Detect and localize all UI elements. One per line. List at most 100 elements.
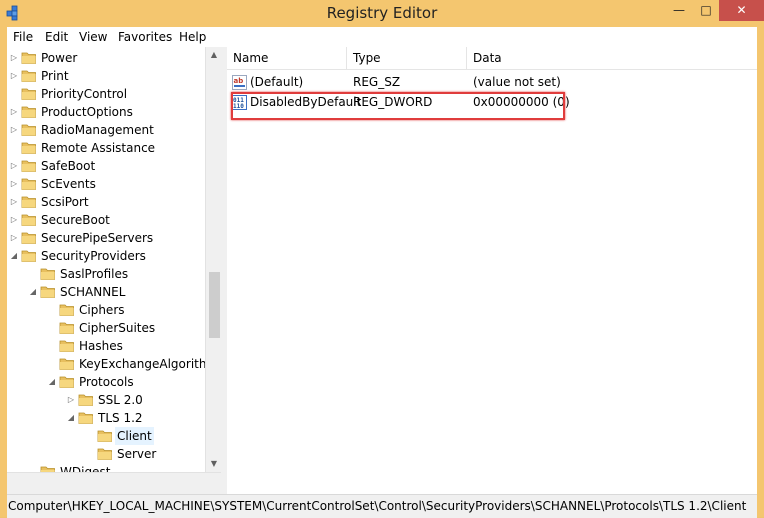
- tree-item[interactable]: ▷ SafeBoot: [7, 157, 205, 175]
- tree-item[interactable]: CipherSuites: [7, 319, 205, 337]
- folder-icon: [21, 124, 36, 136]
- values-list[interactable]: Name Type Data ab (Default) REG_SZ (valu…: [227, 47, 757, 494]
- folder-icon: [40, 286, 55, 298]
- tree-item-label: KeyExchangeAlgorithm: [79, 357, 219, 371]
- folder-icon: [21, 250, 36, 262]
- menu-help[interactable]: Help: [179, 30, 206, 44]
- menu-file[interactable]: File: [13, 30, 33, 44]
- expand-arrow-icon[interactable]: ▷: [10, 67, 18, 85]
- column-data[interactable]: Data: [467, 47, 757, 69]
- tree-item[interactable]: ▷ SSL 2.0: [7, 391, 205, 409]
- tree-item-label: CipherSuites: [79, 321, 156, 335]
- tree-item[interactable]: ▷ ScEvents: [7, 175, 205, 193]
- registry-tree[interactable]: WDigest Server Client ◢ TLS 1.2 ▷ SSL 2.0 ◢ Prot…: [7, 47, 222, 472]
- tree-item[interactable]: Remote Assistance: [7, 139, 205, 157]
- folder-icon: [59, 322, 74, 334]
- tree-item[interactable]: KeyExchangeAlgorithm: [7, 355, 218, 373]
- tree-item[interactable]: ▷ SecureBoot: [7, 211, 205, 229]
- tree-item[interactable]: ◢ SCHANNEL: [7, 283, 205, 301]
- expand-arrow-icon[interactable]: ▷: [67, 391, 75, 409]
- close-button[interactable]: ✕: [719, 0, 764, 21]
- tree-item[interactable]: SaslProfiles: [7, 265, 205, 283]
- folder-icon: [21, 232, 36, 244]
- collapse-arrow-icon[interactable]: ◢: [29, 283, 37, 301]
- tree-item-label: ScEvents: [41, 177, 96, 191]
- tree-item[interactable]: ▷ SecurePipeServers: [7, 229, 205, 247]
- folder-icon: [59, 304, 74, 316]
- tree-item[interactable]: ▷ ScsiPort: [7, 193, 205, 211]
- expand-arrow-icon[interactable]: ▷: [10, 103, 18, 121]
- tree-item-label: SaslProfiles: [60, 267, 129, 281]
- menu-bar: File Edit View Favorites Help: [7, 27, 757, 47]
- column-type[interactable]: Type: [347, 47, 467, 69]
- tree-item-label: Print: [41, 69, 69, 83]
- collapse-arrow-icon[interactable]: ◢: [67, 409, 75, 427]
- tree-item-label: PriorityControl: [41, 87, 128, 101]
- tree-item[interactable]: ▷ Print: [7, 67, 205, 85]
- window-frame-left: [0, 27, 7, 517]
- scroll-down-icon[interactable]: ▼: [206, 456, 221, 472]
- expand-arrow-icon[interactable]: ▷: [10, 175, 18, 193]
- folder-icon: [21, 178, 36, 190]
- collapse-arrow-icon[interactable]: ◢: [10, 247, 18, 265]
- tree-item[interactable]: ◢ SecurityProviders: [7, 247, 205, 265]
- expand-arrow-icon[interactable]: ▷: [10, 193, 18, 211]
- folder-icon: [21, 106, 36, 118]
- folder-icon: [59, 358, 74, 370]
- expand-arrow-icon[interactable]: ▷: [10, 121, 18, 139]
- folder-icon: [21, 160, 36, 172]
- scroll-up-icon[interactable]: ▲: [206, 47, 221, 63]
- tree-item-label: SecurePipeServers: [41, 231, 154, 245]
- value-type: REG_SZ: [353, 75, 401, 89]
- menu-favorites[interactable]: Favorites: [118, 30, 172, 44]
- column-name[interactable]: Name: [227, 47, 347, 69]
- folder-icon: [21, 88, 36, 100]
- tree-item-label: SecurityProviders: [41, 249, 146, 263]
- tree-vertical-scrollbar[interactable]: ▲ ▼: [205, 47, 221, 472]
- expand-arrow-icon[interactable]: ▷: [10, 157, 18, 175]
- value-row-default[interactable]: ab (Default) REG_SZ (value not set): [227, 73, 757, 92]
- menu-edit[interactable]: Edit: [45, 30, 68, 44]
- tree-item[interactable]: PriorityControl: [7, 85, 205, 103]
- tree-item-label: Ciphers: [79, 303, 125, 317]
- folder-icon: [21, 70, 36, 82]
- window-frame-right: [757, 27, 764, 517]
- tree-item-label: Server: [117, 447, 157, 461]
- folder-icon: [59, 376, 74, 388]
- svg-text:ab: ab: [234, 77, 244, 85]
- value-data: (value not set): [473, 75, 561, 89]
- expand-arrow-icon[interactable]: ▷: [10, 229, 18, 247]
- tree-item[interactable]: ◢ Protocols: [7, 373, 205, 391]
- tree-item[interactable]: Ciphers: [7, 301, 205, 319]
- tree-item[interactable]: ▷ Power: [7, 49, 205, 67]
- tree-item-label: Power: [41, 51, 78, 65]
- value-name: (Default): [250, 75, 304, 89]
- highlight-annotation: [231, 92, 565, 120]
- tree-item[interactable]: Hashes: [7, 337, 205, 355]
- tree-item[interactable]: ▷ RadioManagement: [7, 121, 205, 139]
- tree-item[interactable]: ▷ ProductOptions: [7, 103, 205, 121]
- minimize-icon: —: [673, 3, 685, 17]
- tree-item[interactable]: WDigest: [7, 463, 205, 472]
- tree-item-label: Client: [115, 427, 154, 445]
- tree-horizontal-scrollbar[interactable]: [7, 472, 221, 495]
- expand-arrow-icon[interactable]: ▷: [10, 211, 18, 229]
- menu-view[interactable]: View: [79, 30, 107, 44]
- client-area: WDigest Server Client ◢ TLS 1.2 ▷ SSL 2.0 ◢ Prot…: [7, 47, 757, 495]
- title-bar[interactable]: Registry Editor — □ ✕: [0, 0, 764, 27]
- scroll-thumb[interactable]: [209, 272, 220, 338]
- tree-item[interactable]: Client: [7, 427, 205, 445]
- tree-item-label: Hashes: [79, 339, 123, 353]
- tree-item[interactable]: Server: [7, 445, 205, 463]
- minimize-button[interactable]: —: [666, 0, 692, 21]
- collapse-arrow-icon[interactable]: ◢: [48, 373, 56, 391]
- tree-item-label: Remote Assistance: [41, 141, 156, 155]
- expand-arrow-icon[interactable]: ▷: [10, 49, 18, 67]
- tree-item[interactable]: ◢ TLS 1.2: [7, 409, 205, 427]
- maximize-button[interactable]: □: [693, 0, 719, 21]
- tree-item-label: ProductOptions: [41, 105, 133, 119]
